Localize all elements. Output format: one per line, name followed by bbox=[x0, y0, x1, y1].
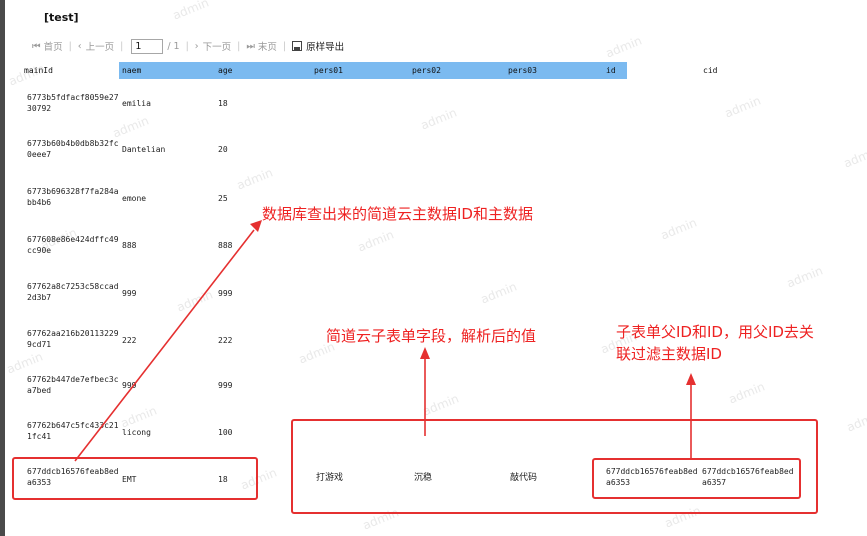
last-page-button[interactable]: ⏭ 末页 bbox=[246, 39, 277, 54]
annotation-subform-fields: 简道云子表单字段，解析后的值 bbox=[326, 327, 537, 345]
column-header-mainid: mainId bbox=[24, 66, 53, 75]
arrow-head-main bbox=[250, 220, 262, 232]
column-header-pers01: pers01 bbox=[314, 66, 343, 75]
cell-mainid: 67762aa216b20113229 9cd71 bbox=[27, 329, 119, 349]
watermark: admin bbox=[110, 113, 151, 141]
watermark: admin bbox=[4, 349, 45, 377]
prev-page-button[interactable]: ‹ 上一页 bbox=[77, 39, 115, 54]
watermark: admin bbox=[722, 93, 763, 121]
column-header-pers03: pers03 bbox=[508, 66, 537, 75]
watermark: admin bbox=[355, 227, 396, 255]
arrow-head-ids bbox=[686, 373, 696, 385]
arrow-head-subform bbox=[420, 347, 430, 359]
watermark: admin bbox=[420, 391, 461, 419]
cell-mainid: 67762b647c5fc433c21 1fc41 bbox=[27, 421, 119, 441]
cell-naem: Dantelian bbox=[122, 145, 166, 154]
cell-age: 25 bbox=[218, 194, 228, 203]
cell-naem: 999 bbox=[122, 381, 137, 390]
last-page-icon: ⏭ bbox=[246, 40, 255, 52]
prev-page-icon: ‹ bbox=[77, 40, 82, 52]
cell-mainid: 67762b447de7efbec3c a7bed bbox=[27, 375, 119, 395]
annotation-parent-id-line2: 联过滤主数据ID bbox=[616, 345, 722, 363]
cell-age: 222 bbox=[218, 336, 233, 345]
page-total: / 1 bbox=[167, 40, 180, 52]
pagination-toolbar: ⏮ 首页 | ‹ 上一页 | / 1 | › 下一页 | ⏭ 末页 | 原样导出 bbox=[32, 38, 344, 54]
cell-naem: emilia bbox=[122, 99, 151, 108]
watermark: admin bbox=[784, 263, 825, 291]
left-window-edge bbox=[0, 0, 5, 536]
column-header-id: id bbox=[606, 66, 616, 75]
watermark: admin bbox=[726, 379, 767, 407]
column-header-naem: naem bbox=[122, 66, 142, 75]
column-header-cid: cid bbox=[703, 66, 718, 75]
next-page-button[interactable]: › 下一页 bbox=[194, 39, 232, 54]
next-page-label: 下一页 bbox=[202, 42, 232, 53]
cell-mainid: 6773b696328f7fa284a bb4b6 bbox=[27, 187, 119, 207]
watermark: admin bbox=[478, 279, 519, 307]
export-button[interactable]: 原样导出 bbox=[292, 39, 344, 53]
cell-age: 999 bbox=[218, 289, 233, 298]
first-page-button[interactable]: ⏮ 首页 bbox=[32, 39, 63, 54]
cell-age: 20 bbox=[218, 145, 228, 154]
watermark: admin bbox=[170, 0, 211, 23]
cell-naem: emone bbox=[122, 194, 147, 203]
first-page-icon: ⏮ bbox=[32, 40, 41, 52]
page-number-input[interactable] bbox=[131, 38, 164, 54]
cell-mainid: 677608e86e424dffc49 cc90e bbox=[27, 235, 119, 255]
table-header: mainId naem age pers01 pers02 pers03 id … bbox=[24, 62, 867, 79]
report-title: [test] bbox=[44, 11, 79, 24]
highlight-box-main-row bbox=[12, 457, 258, 500]
cell-age: 999 bbox=[218, 381, 233, 390]
cell-mainid: 6773b5fdfacf8059e27 30792 bbox=[27, 93, 119, 113]
cell-naem: 222 bbox=[122, 336, 137, 345]
cell-naem: licong bbox=[122, 428, 151, 437]
cell-naem: 999 bbox=[122, 289, 137, 298]
toolbar-divider: | bbox=[185, 40, 189, 52]
cell-age: 18 bbox=[218, 99, 228, 108]
prev-page-label: 上一页 bbox=[85, 42, 115, 53]
toolbar-divider: | bbox=[120, 40, 124, 52]
cell-age: 100 bbox=[218, 428, 233, 437]
last-page-label: 末页 bbox=[257, 42, 277, 53]
cell-mainid: 6773b60b4b0db8b32fc 0eee7 bbox=[27, 139, 119, 159]
export-label: 原样导出 bbox=[306, 42, 345, 53]
cell-age: 888 bbox=[218, 241, 233, 250]
toolbar-divider: | bbox=[282, 40, 287, 52]
column-header-pers02: pers02 bbox=[412, 66, 441, 75]
cell-mainid: 67762a8c7253c58ccad 2d3b7 bbox=[27, 282, 119, 302]
watermark: admin bbox=[841, 143, 867, 171]
column-header-age: age bbox=[218, 66, 233, 75]
annotation-parent-id-line1: 子表单父ID和ID，用父ID去关 bbox=[616, 323, 814, 341]
highlight-box-ids bbox=[592, 458, 801, 499]
watermark: admin bbox=[658, 215, 699, 243]
toolbar-divider: | bbox=[237, 40, 241, 52]
watermark: admin bbox=[603, 33, 644, 61]
first-page-label: 首页 bbox=[43, 42, 63, 53]
header-highlight bbox=[119, 62, 627, 79]
watermark: admin bbox=[418, 105, 459, 133]
watermark: admin bbox=[234, 165, 275, 193]
watermark: admin bbox=[174, 287, 215, 315]
export-icon bbox=[292, 41, 303, 51]
annotation-main-data: 数据库查出来的简道云主数据ID和主数据 bbox=[262, 205, 533, 223]
cell-naem: 888 bbox=[122, 241, 137, 250]
next-page-icon: › bbox=[194, 40, 199, 52]
toolbar-divider: | bbox=[68, 40, 72, 52]
watermark: admin bbox=[844, 407, 867, 435]
